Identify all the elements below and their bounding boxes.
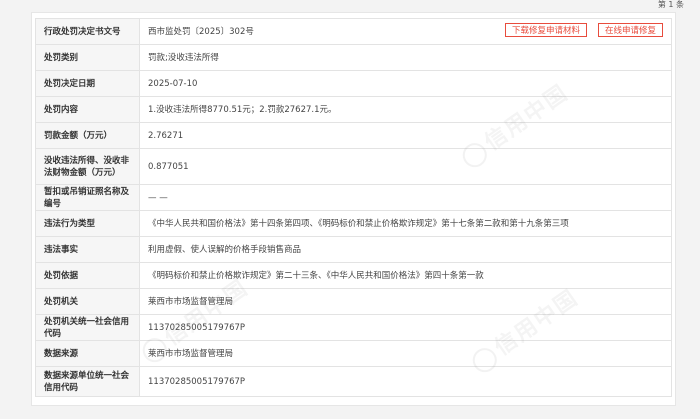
row-value: 罚款;没收违法所得 [139,44,672,71]
table-row: 处罚决定日期 2025-07-10 [35,70,672,97]
row-label: 暂扣或吊销证照名称及编号 [35,184,140,211]
row-label: 处罚机关 [35,288,140,315]
row-label: 处罚决定日期 [35,70,140,97]
row-value: 《中华人民共和国价格法》第十四条第四项、《明码标价和禁止价格欺诈规定》第十七条第… [139,210,672,237]
row-value: 11370285005179767P [139,366,672,397]
row-label: 处罚内容 [35,96,140,123]
row-value: 莱西市市场监督管理局 [139,288,672,315]
table-row: 数据来源单位统一社会信用代码 11370285005179767P [35,366,672,397]
row-value: 11370285005179767P [139,314,672,341]
table-row: 行政处罚决定书文号 西市监处罚〔2025〕302号 下载修复申请材料 在线申请修… [35,18,672,45]
row-value: 2025-07-10 [139,70,672,97]
table-row: 罚款金额（万元） 2.76271 [35,122,672,149]
table-row: 违法事实 利用虚假、使人误解的价格手段销售商品 [35,236,672,263]
row-label: 违法行为类型 [35,210,140,237]
row-value: — — [139,184,672,211]
record-panel: 行政处罚决定书文号 西市监处罚〔2025〕302号 下载修复申请材料 在线申请修… [31,12,676,406]
row-label: 处罚类别 [35,44,140,71]
decision-number: 西市监处罚〔2025〕302号 [148,26,254,37]
record-detail-table: 行政处罚决定书文号 西市监处罚〔2025〕302号 下载修复申请材料 在线申请修… [35,18,672,397]
table-row: 处罚内容 1.没收违法所得8770.51元；2.罚款27627.1元。 [35,96,672,123]
row-label: 没收违法所得、没收非法财物金额（万元） [35,148,140,185]
table-row: 处罚依据 《明码标价和禁止价格欺诈规定》第二十三条、《中华人民共和国价格法》第四… [35,262,672,289]
row-value-cell: 西市监处罚〔2025〕302号 下载修复申请材料 在线申请修复 [139,18,672,45]
row-value: 莱西市市场监督管理局 [139,340,672,367]
row-value: 2.76271 [139,122,672,149]
table-row: 暂扣或吊销证照名称及编号 — — [35,184,672,211]
table-row: 处罚类别 罚款;没收违法所得 [35,44,672,71]
row-label: 处罚机关统一社会信用代码 [35,314,140,341]
record-count: 第 1 条 [657,0,684,9]
row-label: 违法事实 [35,236,140,263]
download-repair-materials-button[interactable]: 下载修复申请材料 [504,23,587,37]
table-row: 处罚机关统一社会信用代码 11370285005179767P [35,314,672,341]
page: 第 1 条 行政处罚决定书文号 西市监处罚〔2025〕302号 下载修复申请材料… [0,0,700,419]
online-repair-button[interactable]: 在线申请修复 [597,23,663,37]
table-row: 没收违法所得、没收非法财物金额（万元） 0.877051 [35,148,672,185]
row-label: 处罚依据 [35,262,140,289]
row-label: 行政处罚决定书文号 [35,18,140,45]
row-value: 利用虚假、使人误解的价格手段销售商品 [139,236,672,263]
table-row: 数据来源 莱西市市场监督管理局 [35,340,672,367]
row-label: 数据来源单位统一社会信用代码 [35,366,140,397]
row-label: 数据来源 [35,340,140,367]
row-value: 0.877051 [139,148,672,185]
row-label: 罚款金额（万元） [35,122,140,149]
table-row: 处罚机关 莱西市市场监督管理局 [35,288,672,315]
row-value: 《明码标价和禁止价格欺诈规定》第二十三条、《中华人民共和国价格法》第四十条第一款 [139,262,672,289]
table-row: 违法行为类型 《中华人民共和国价格法》第十四条第四项、《明码标价和禁止价格欺诈规… [35,210,672,237]
row-value: 1.没收违法所得8770.51元；2.罚款27627.1元。 [139,96,672,123]
